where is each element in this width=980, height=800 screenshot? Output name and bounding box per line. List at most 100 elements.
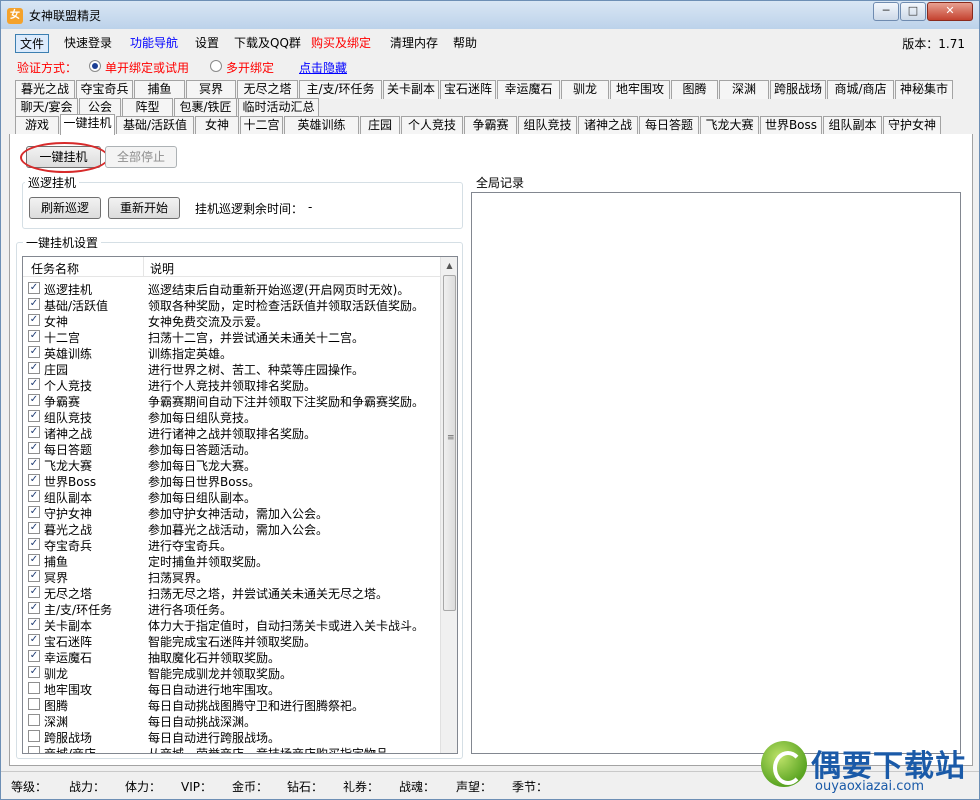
task-row[interactable]: ✓ 英雄训练 训练指定英雄。 xyxy=(23,344,441,361)
tab-row1-12[interactable]: 深渊 xyxy=(719,80,769,99)
tab-row1-6[interactable]: 关卡副本 xyxy=(383,80,439,99)
task-checkbox[interactable]: ✓ xyxy=(28,522,40,534)
task-row[interactable]: 商城/商店 从商城、荣誉商店、竞技场商店购买指定物品。 xyxy=(23,744,441,753)
column-task-name[interactable]: 任务名称 xyxy=(31,260,79,277)
task-row[interactable]: ✓ 宝石迷阵 智能完成宝石迷阵并领取奖励。 xyxy=(23,632,441,649)
tab-row3-6[interactable]: 庄园 xyxy=(360,116,400,135)
task-row[interactable]: 图腾 每日自动挑战图腾守卫和进行图腾祭祀。 xyxy=(23,696,441,713)
tab-row2-4[interactable]: 临时活动汇总 xyxy=(238,98,319,117)
task-row[interactable]: ✓ 关卡副本 体力大于指定值时，自动扫荡关卡或进入关卡战斗。 xyxy=(23,616,441,633)
task-checkbox[interactable]: ✓ xyxy=(28,330,40,342)
tab-row3-15[interactable]: 守护女神 xyxy=(883,116,941,135)
task-list[interactable]: 任务名称 说明 ✓ 巡逻挂机 巡逻结束后自动重新开始巡逻(开启网页时无效)。 ✓ 基础/… xyxy=(22,256,458,754)
task-row[interactable]: ✓ 个人竞技 进行个人竞技并领取排名奖励。 xyxy=(23,376,441,393)
menu-item-0[interactable]: 文件 xyxy=(15,34,50,53)
task-row[interactable]: ✓ 巡逻挂机 巡逻结束后自动重新开始巡逻(开启网页时无效)。 xyxy=(23,280,441,297)
task-row[interactable]: ✓ 暮光之战 参加暮光之战活动，需加入公会。 xyxy=(23,520,441,537)
task-checkbox[interactable] xyxy=(28,730,40,742)
tab-row1-3[interactable]: 冥界 xyxy=(186,80,236,99)
task-row[interactable]: ✓ 冥界 扫荡冥界。 xyxy=(23,568,441,585)
task-row[interactable]: ✓ 驯龙 智能完成驯龙并领取奖励。 xyxy=(23,664,441,681)
task-row[interactable]: ✓ 世界Boss 参加每日世界Boss。 xyxy=(23,472,441,489)
task-checkbox[interactable]: ✓ xyxy=(28,586,40,598)
task-checkbox[interactable]: ✓ xyxy=(28,426,40,438)
task-row[interactable]: ✓ 庄园 进行世界之树、苦工、种菜等庄园操作。 xyxy=(23,360,441,377)
task-checkbox[interactable]: ✓ xyxy=(28,394,40,406)
minimize-button[interactable]: ─ xyxy=(873,2,899,21)
tab-row3-5[interactable]: 英雄训练 xyxy=(284,116,359,135)
task-checkbox[interactable]: ✓ xyxy=(28,314,40,326)
tab-row3-9[interactable]: 组队竞技 xyxy=(518,116,577,135)
tab-row1-14[interactable]: 商城/商店 xyxy=(827,80,894,99)
task-checkbox[interactable] xyxy=(28,714,40,726)
task-row[interactable]: ✓ 守护女神 参加守护女神活动，需加入公会。 xyxy=(23,504,441,521)
task-checkbox[interactable]: ✓ xyxy=(28,298,40,310)
tab-row3-2[interactable]: 基础/活跃值 xyxy=(116,116,194,135)
tab-row2-3[interactable]: 包裹/铁匠 xyxy=(174,98,237,117)
menu-item-5[interactable]: 购买及绑定 xyxy=(307,34,375,53)
menu-item-7[interactable]: 帮助 xyxy=(449,34,481,53)
task-checkbox[interactable]: ✓ xyxy=(28,634,40,646)
task-row[interactable]: 跨服战场 每日自动进行跨服战场。 xyxy=(23,728,441,745)
task-row[interactable]: ✓ 每日答题 参加每日答题活动。 xyxy=(23,440,441,457)
tab-row1-10[interactable]: 地牢围攻 xyxy=(610,80,670,99)
tab-row1-1[interactable]: 夺宝奇兵 xyxy=(76,80,133,99)
close-button[interactable]: ✕ xyxy=(927,2,973,21)
restart-patrol-button[interactable]: 重新开始 xyxy=(108,197,180,219)
menu-item-4[interactable]: 下载及QQ群 xyxy=(230,34,305,53)
tab-row1-13[interactable]: 跨服战场 xyxy=(770,80,826,99)
hide-link[interactable]: 点击隐藏 xyxy=(299,59,347,76)
tab-row3-14[interactable]: 组队副本 xyxy=(823,116,882,135)
task-checkbox[interactable]: ✓ xyxy=(28,410,40,422)
column-separator[interactable] xyxy=(143,257,144,277)
tab-row1-9[interactable]: 驯龙 xyxy=(561,80,609,99)
task-row[interactable]: ✓ 幸运魔石 抽取魔化石并领取奖励。 xyxy=(23,648,441,665)
tab-row1-2[interactable]: 捕鱼 xyxy=(134,80,185,99)
menu-item-2[interactable]: 功能导航 xyxy=(126,34,182,53)
tab-row1-15[interactable]: 神秘集市 xyxy=(895,80,953,99)
task-checkbox[interactable]: ✓ xyxy=(28,442,40,454)
task-checkbox[interactable]: ✓ xyxy=(28,538,40,550)
task-checkbox[interactable]: ✓ xyxy=(28,378,40,390)
tab-row1-0[interactable]: 暮光之战 xyxy=(15,80,75,99)
task-list-scrollbar[interactable]: ▲ ≡ xyxy=(440,257,457,753)
stop-all-button[interactable]: 全部停止 xyxy=(105,146,177,168)
tab-row1-11[interactable]: 图腾 xyxy=(671,80,718,99)
menu-item-1[interactable]: 快速登录 xyxy=(60,34,116,53)
task-checkbox[interactable]: ✓ xyxy=(28,458,40,470)
tab-row3-0[interactable]: 游戏 xyxy=(15,116,59,135)
tab-row1-4[interactable]: 无尽之塔 xyxy=(237,80,298,99)
tab-row3-11[interactable]: 每日答题 xyxy=(639,116,699,135)
task-row[interactable]: ✓ 主/支/环任务 进行各项任务。 xyxy=(23,600,441,617)
tab-row3-1[interactable]: 一键挂机 xyxy=(60,114,115,135)
task-checkbox[interactable]: ✓ xyxy=(28,346,40,358)
task-row[interactable]: ✓ 夺宝奇兵 进行夺宝奇兵。 xyxy=(23,536,441,553)
task-checkbox[interactable]: ✓ xyxy=(28,474,40,486)
tab-row1-8[interactable]: 幸运魔石 xyxy=(497,80,560,99)
tab-row1-7[interactable]: 宝石迷阵 xyxy=(440,80,496,99)
column-description[interactable]: 说明 xyxy=(150,260,174,277)
task-checkbox[interactable]: ✓ xyxy=(28,282,40,294)
task-checkbox[interactable]: ✓ xyxy=(28,570,40,582)
tab-row3-3[interactable]: 女神 xyxy=(195,116,239,135)
task-checkbox[interactable] xyxy=(28,746,40,753)
global-log-box[interactable] xyxy=(471,192,961,754)
auth-multi-label[interactable]: 多开绑定 xyxy=(226,59,274,76)
task-checkbox[interactable] xyxy=(28,682,40,694)
tab-row3-13[interactable]: 世界Boss xyxy=(760,116,822,135)
task-row[interactable]: 地牢围攻 每日自动进行地牢围攻。 xyxy=(23,680,441,697)
task-row[interactable]: ✓ 诸神之战 进行诸神之战并领取排名奖励。 xyxy=(23,424,441,441)
task-row[interactable]: ✓ 无尽之塔 扫荡无尽之塔，并尝试通关未通关无尽之塔。 xyxy=(23,584,441,601)
task-row[interactable]: ✓ 基础/活跃值 领取各种奖励，定时检查活跃值并领取活跃值奖励。 xyxy=(23,296,441,313)
auth-single-radio[interactable] xyxy=(89,60,101,72)
task-row[interactable]: ✓ 十二宫 扫荡十二宫，并尝试通关未通关十二宫。 xyxy=(23,328,441,345)
tab-row3-4[interactable]: 十二宫 xyxy=(240,116,283,135)
task-checkbox[interactable]: ✓ xyxy=(28,554,40,566)
task-row[interactable]: ✓ 女神 女神免费交流及示爱。 xyxy=(23,312,441,329)
menu-item-3[interactable]: 设置 xyxy=(191,34,223,53)
task-checkbox[interactable]: ✓ xyxy=(28,490,40,502)
task-checkbox[interactable]: ✓ xyxy=(28,666,40,678)
tab-row1-5[interactable]: 主/支/环任务 xyxy=(299,80,382,99)
menu-item-6[interactable]: 清理内存 xyxy=(386,34,442,53)
maximize-button[interactable]: □ xyxy=(900,2,926,21)
